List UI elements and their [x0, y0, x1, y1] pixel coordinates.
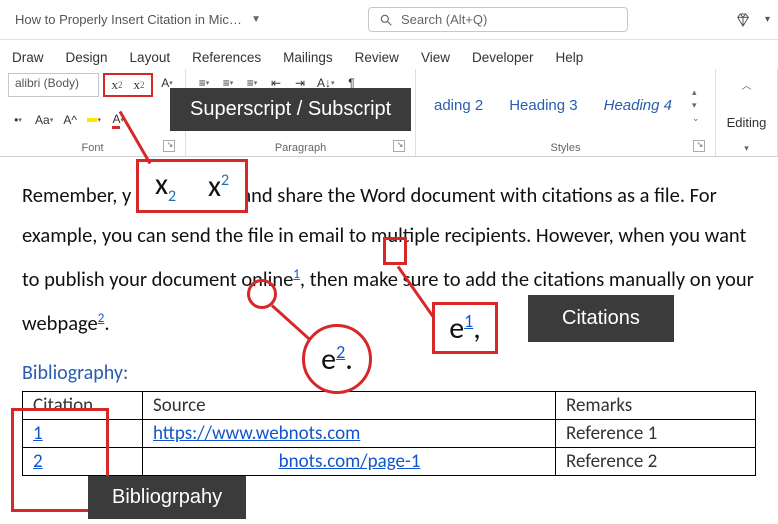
bib-remarks-2: Reference 2: [556, 447, 756, 475]
sort-button[interactable]: A↓: [314, 73, 338, 93]
bib-remarks-1: Reference 1: [556, 419, 756, 447]
ribbon: alibri (Body) x2 x2 A • Aa A^ A Font ≡ ≡: [0, 69, 778, 157]
col-remarks: Remarks: [556, 391, 756, 419]
font-grow-button[interactable]: A^: [60, 110, 80, 130]
bullet-dropdown[interactable]: •: [8, 110, 28, 130]
clear-formatting-button[interactable]: A: [157, 73, 177, 93]
highlight-dropdown[interactable]: [84, 110, 104, 130]
sub-sup-highlight: x2 x2: [103, 73, 153, 97]
chevron-down-icon[interactable]: ▾: [765, 14, 770, 25]
style-heading3[interactable]: Heading 3: [499, 93, 587, 118]
font-dialog-launcher-icon[interactable]: [163, 140, 175, 152]
borders-button[interactable]: ▦: [339, 108, 360, 128]
show-marks-button[interactable]: ¶: [342, 73, 362, 93]
document-canvas[interactable]: Remember, yand share the Word document w…: [0, 157, 778, 494]
search-input[interactable]: Search (Alt+Q): [368, 7, 628, 32]
title-bar: How to Properly Insert Citation in Micro…: [0, 0, 778, 40]
font-group-label: Font: [8, 140, 177, 154]
editing-label: Editing: [724, 115, 769, 130]
align-right-button[interactable]: ≡: [242, 108, 262, 128]
tab-references[interactable]: References: [190, 46, 263, 69]
case-dropdown[interactable]: Aa: [32, 110, 56, 130]
search-icon: [379, 13, 393, 27]
style-heading2[interactable]: ading 2: [424, 93, 493, 118]
font-name-select[interactable]: alibri (Body): [8, 73, 99, 97]
paragraph-dialog-launcher-icon[interactable]: [393, 140, 405, 152]
line-spacing-button[interactable]: ↕: [290, 108, 310, 128]
tab-draw[interactable]: Draw: [10, 46, 46, 69]
increase-indent-button[interactable]: ⇥: [290, 73, 310, 93]
numbering-button[interactable]: ≡: [218, 73, 238, 93]
tab-help[interactable]: Help: [554, 46, 586, 69]
font-name-text: alibri (Body): [15, 76, 79, 90]
document-title[interactable]: How to Properly Insert Citation in Micro…: [8, 9, 268, 30]
table-row: 2 https://www.webnots.com/page-1 Referen…: [23, 447, 756, 475]
decrease-indent-button[interactable]: ⇤: [266, 73, 286, 93]
justify-button[interactable]: ≡: [266, 108, 286, 128]
bibliography-heading: Bibliography:: [22, 361, 756, 385]
bullets-button[interactable]: ≡: [194, 73, 214, 93]
premium-diamond-icon[interactable]: [735, 12, 751, 28]
search-placeholder: Search (Alt+Q): [401, 12, 487, 27]
table-row: 1 https://www.webnots.com Reference 1: [23, 419, 756, 447]
collapse-ribbon-icon[interactable]: ︿: [724, 77, 769, 92]
shading-button[interactable]: ◫: [314, 108, 335, 128]
bib-source-1[interactable]: https://www.webnots.com: [153, 422, 360, 445]
tab-review[interactable]: Review: [353, 46, 401, 69]
font-color-dropdown[interactable]: A: [108, 110, 128, 130]
styles-group-label: Styles: [424, 140, 707, 154]
bib-source-2[interactable]: https://www.webnots.com/page-1: [153, 450, 420, 473]
subscript-button[interactable]: x2: [107, 75, 127, 95]
tab-design[interactable]: Design: [64, 46, 110, 69]
ribbon-tabs: Draw Design Layout References Mailings R…: [0, 40, 778, 69]
styles-dialog-launcher-icon[interactable]: [693, 140, 705, 152]
paragraph-1: Remember, yand share the Word document w…: [22, 175, 756, 343]
bib-cite-2[interactable]: 2: [33, 450, 43, 473]
ribbon-group-font: alibri (Body) x2 x2 A • Aa A^ A Font: [0, 69, 186, 156]
align-left-button[interactable]: ≡: [194, 108, 214, 128]
table-header-row: Citation Source Remarks: [23, 391, 756, 419]
chevron-down-icon[interactable]: ▼: [251, 14, 261, 25]
align-center-button[interactable]: ≡: [218, 108, 238, 128]
tab-developer[interactable]: Developer: [470, 46, 536, 69]
col-citation: Citation: [23, 391, 143, 419]
tab-layout[interactable]: Layout: [128, 46, 173, 69]
bibliography-table: Citation Source Remarks 1 https://www.we…: [22, 391, 756, 476]
citation-1[interactable]: 1: [293, 267, 300, 282]
tab-mailings[interactable]: Mailings: [281, 46, 335, 69]
tab-view[interactable]: View: [419, 46, 452, 69]
paragraph-group-label: Paragraph: [194, 140, 407, 154]
bib-cite-1[interactable]: 1: [33, 422, 43, 445]
ribbon-group-styles: ading 2 Heading 3 Heading 4 ▴▾⌄ Styles: [416, 69, 716, 156]
col-source: Source: [143, 391, 556, 419]
style-heading4[interactable]: Heading 4: [594, 93, 682, 118]
multilevel-button[interactable]: ≡: [242, 73, 262, 93]
styles-gallery-scroll[interactable]: ▴▾⌄: [692, 87, 700, 124]
document-title-text: How to Properly Insert Citation in Micro…: [15, 12, 245, 27]
superscript-button[interactable]: x2: [129, 75, 149, 95]
ribbon-group-editing[interactable]: ︿ Editing ▾: [716, 69, 778, 156]
ribbon-group-paragraph: ≡ ≡ ≡ ⇤ ⇥ A↓ ¶ ≡ ≡ ≡ ≡ ↕ ◫ ▦ Paragraph: [186, 69, 416, 156]
